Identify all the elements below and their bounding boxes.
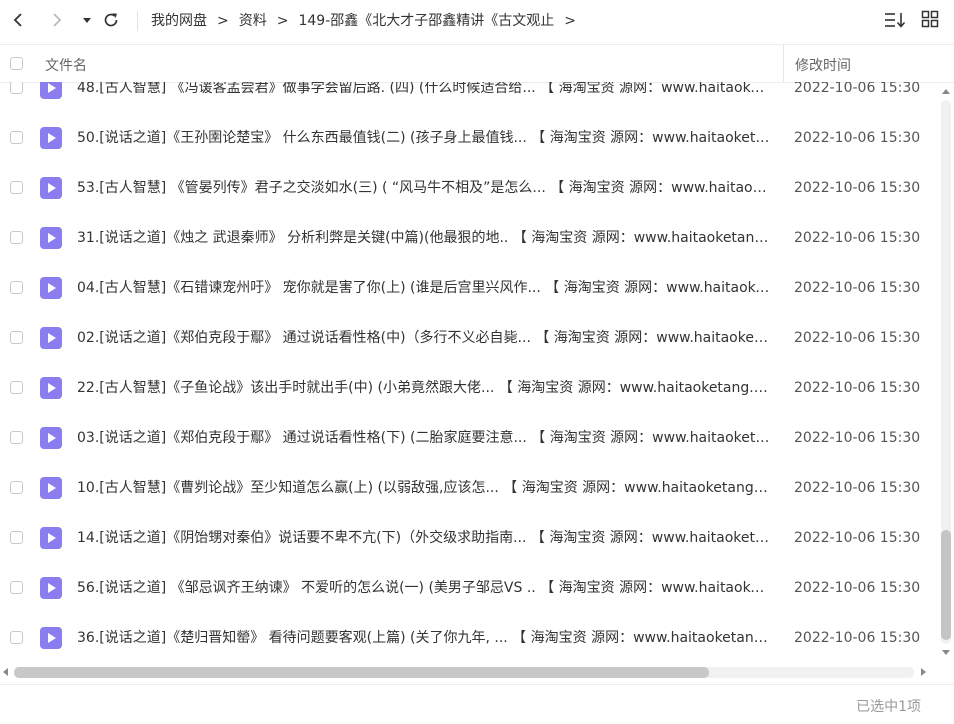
- file-row[interactable]: 53.[古人智慧] 《管晏列传》君子之交淡如水(三) ( “风马牛不相及”是怎么…: [0, 163, 938, 213]
- file-name: 22.[古人智慧]《子鱼论战》该出手时就出手(中) (小弟竟然跟大佬... 【 …: [77, 380, 771, 396]
- file-modified-time: 2022-10-06 15:30: [794, 230, 921, 246]
- row-checkbox[interactable]: [10, 381, 23, 394]
- column-header-name[interactable]: 文件名: [45, 55, 87, 75]
- file-name: 36.[说话之道]《楚归晋知罃》 看待问题要客观(上篇) (关了你九年, ...…: [77, 630, 771, 646]
- file-row[interactable]: 10.[古人智慧]《曹刿论战》至少知道怎么赢(上) (以弱敌强,应该怎... 【…: [0, 463, 938, 513]
- horizontal-scrollbar[interactable]: [0, 664, 938, 682]
- scroll-right-arrow-icon[interactable]: [921, 668, 926, 676]
- scroll-left-arrow-icon[interactable]: [3, 668, 8, 676]
- row-checkbox[interactable]: [10, 531, 23, 544]
- breadcrumb-item-folder[interactable]: 资料: [239, 13, 267, 29]
- refresh-icon[interactable]: [100, 9, 122, 31]
- file-row[interactable]: 56.[说话之道] 《邹忌讽齐王纳谏》 不爱听的怎么说(一) (美男子邹忌VS …: [0, 563, 938, 613]
- column-header-modified[interactable]: 修改时间: [795, 55, 851, 75]
- breadcrumb-separator: >: [276, 13, 289, 29]
- row-checkbox[interactable]: [10, 331, 23, 344]
- file-name: 03.[说话之道]《郑伯克段于鄢》 通过说话看性格(下) (二胎家庭要注意...…: [77, 430, 771, 446]
- row-checkbox[interactable]: [10, 481, 23, 494]
- file-name: 14.[说话之道]《阴饴甥对秦伯》说话要不卑不亢(下)（外交级求助指南... 【…: [77, 530, 771, 546]
- vertical-scrollbar[interactable]: [938, 82, 954, 664]
- file-modified-time: 2022-10-06 15:30: [794, 580, 921, 596]
- scroll-down-arrow-icon[interactable]: [942, 650, 950, 655]
- video-file-icon: [40, 277, 62, 299]
- row-checkbox[interactable]: [10, 82, 23, 94]
- status-bar: 已选中1项: [0, 684, 954, 724]
- file-row[interactable]: 50.[说话之道]《王孙圉论楚宝》 什么东西最值钱(二) (孩子身上最值钱...…: [0, 113, 938, 163]
- file-row[interactable]: 31.[说话之道]《烛之 武退秦师》 分析利弊是关键(中篇)(他最狠的地.. 【…: [0, 213, 938, 263]
- file-row[interactable]: 04.[古人智慧]《石错谏宠州吁》 宠你就是害了你(上) (谁是后宫里兴风作..…: [0, 263, 938, 313]
- file-name: 53.[古人智慧] 《管晏列传》君子之交淡如水(三) ( “风马牛不相及”是怎么…: [77, 180, 771, 196]
- file-modified-time: 2022-10-06 15:30: [794, 130, 921, 146]
- file-row[interactable]: 03.[说话之道]《郑伯克段于鄢》 通过说话看性格(下) (二胎家庭要注意...…: [0, 413, 938, 463]
- row-checkbox[interactable]: [10, 631, 23, 644]
- video-file-icon: [40, 577, 62, 599]
- row-checkbox[interactable]: [10, 431, 23, 444]
- row-checkbox[interactable]: [10, 131, 23, 144]
- file-list: 48.[古人智慧] 《冯谖客孟尝君》做事学会留后路. (四) (什么时候适合给.…: [0, 82, 938, 664]
- video-file-icon: [40, 82, 62, 99]
- select-all-checkbox[interactable]: [10, 57, 23, 70]
- breadcrumb-item-current[interactable]: 149-邵鑫《北大才子邵鑫精讲《古文观止: [298, 13, 554, 29]
- forward-arrow-icon[interactable]: [46, 9, 68, 31]
- file-modified-time: 2022-10-06 15:30: [794, 280, 921, 296]
- breadcrumb-separator: >: [564, 13, 576, 29]
- file-modified-time: 2022-10-06 15:30: [794, 330, 921, 346]
- breadcrumb-item-root[interactable]: 我的网盘: [151, 13, 207, 29]
- file-row[interactable]: 48.[古人智慧] 《冯谖客孟尝君》做事学会留后路. (四) (什么时候适合给.…: [0, 82, 938, 113]
- file-name: 56.[说话之道] 《邹忌讽齐王纳谏》 不爱听的怎么说(一) (美男子邹忌VS …: [77, 580, 771, 596]
- sort-icon[interactable]: [884, 10, 906, 34]
- row-checkbox[interactable]: [10, 181, 23, 194]
- video-file-icon: [40, 427, 62, 449]
- horizontal-scroll-thumb[interactable]: [14, 667, 709, 678]
- file-name: 02.[说话之道]《郑伯克段于鄢》 通过说话看性格(中)（多行不义必自毙... …: [77, 330, 771, 346]
- file-name: 50.[说话之道]《王孙圉论楚宝》 什么东西最值钱(二) (孩子身上最值钱...…: [77, 130, 771, 146]
- row-checkbox[interactable]: [10, 581, 23, 594]
- video-file-icon: [40, 527, 62, 549]
- vertical-scroll-thumb[interactable]: [941, 530, 951, 640]
- file-modified-time: 2022-10-06 15:30: [794, 430, 921, 446]
- video-file-icon: [40, 127, 62, 149]
- file-modified-time: 2022-10-06 15:30: [794, 82, 921, 96]
- video-file-icon: [40, 227, 62, 249]
- file-row[interactable]: 02.[说话之道]《郑伯克段于鄢》 通过说话看性格(中)（多行不义必自毙... …: [0, 313, 938, 363]
- video-file-icon: [40, 177, 62, 199]
- back-arrow-icon[interactable]: [7, 9, 29, 31]
- video-file-icon: [40, 377, 62, 399]
- file-name: 31.[说话之道]《烛之 武退秦师》 分析利弊是关键(中篇)(他最狠的地.. 【…: [77, 230, 771, 246]
- row-checkbox[interactable]: [10, 231, 23, 244]
- file-modified-time: 2022-10-06 15:30: [794, 530, 921, 546]
- file-modified-time: 2022-10-06 15:30: [794, 380, 921, 396]
- breadcrumb: 我的网盘 > 资料 >149-邵鑫《北大才子邵鑫精讲《古文观止 >: [151, 11, 586, 31]
- video-file-icon: [40, 327, 62, 349]
- video-file-icon: [40, 627, 62, 649]
- file-modified-time: 2022-10-06 15:30: [794, 180, 921, 196]
- selection-count: 已选中1项: [856, 699, 921, 715]
- dropdown-caret-icon[interactable]: [76, 9, 98, 31]
- row-checkbox[interactable]: [10, 281, 23, 294]
- file-row[interactable]: 36.[说话之道]《楚归晋知罃》 看待问题要客观(上篇) (关了你九年, ...…: [0, 613, 938, 663]
- column-header: 文件名 修改时间: [0, 44, 954, 83]
- file-modified-time: 2022-10-06 15:30: [794, 480, 921, 496]
- toolbar-divider: [137, 11, 138, 31]
- video-file-icon: [40, 477, 62, 499]
- scroll-up-arrow-icon[interactable]: [942, 89, 950, 94]
- file-name: 04.[古人智慧]《石错谏宠州吁》 宠你就是害了你(上) (谁是后宫里兴风作..…: [77, 280, 771, 296]
- grid-view-icon[interactable]: [921, 10, 939, 32]
- file-row[interactable]: 22.[古人智慧]《子鱼论战》该出手时就出手(中) (小弟竟然跟大佬... 【 …: [0, 363, 938, 413]
- toolbar: 我的网盘 > 资料 >149-邵鑫《北大才子邵鑫精讲《古文观止 >: [0, 0, 954, 42]
- file-name: 48.[古人智慧] 《冯谖客孟尝君》做事学会留后路. (四) (什么时候适合给.…: [77, 82, 771, 96]
- file-modified-time: 2022-10-06 15:30: [794, 630, 921, 646]
- column-divider[interactable]: [783, 45, 784, 82]
- breadcrumb-separator: >: [217, 13, 229, 29]
- file-row[interactable]: 14.[说话之道]《阴饴甥对秦伯》说话要不卑不亢(下)（外交级求助指南... 【…: [0, 513, 938, 563]
- file-name: 10.[古人智慧]《曹刿论战》至少知道怎么赢(上) (以弱敌强,应该怎... 【…: [77, 480, 771, 496]
